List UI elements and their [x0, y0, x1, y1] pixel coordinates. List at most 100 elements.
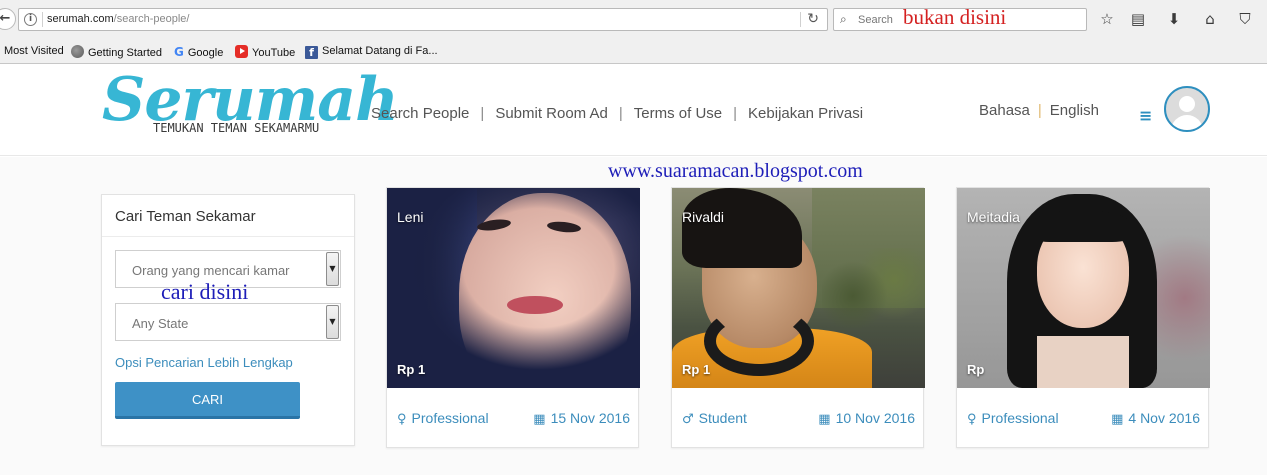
occupation: ♀ Professional	[967, 410, 1059, 427]
profile-budget: Rp 1	[682, 362, 711, 377]
bookmark-label: YouTube	[252, 47, 296, 59]
site-header: Serumah TEMUKAN TEMAN SEKAMARMU Search P…	[0, 65, 1267, 156]
photo-shape	[507, 296, 563, 314]
download-icon[interactable]: ⬇	[1164, 9, 1184, 29]
annotation-bukan-disini: bukan disini	[903, 5, 1007, 29]
select-value: Any State	[132, 316, 189, 331]
male-icon: ♂	[682, 412, 694, 427]
bookmark-youtube[interactable]: YouTube	[235, 45, 295, 59]
posted-date: ▦ 15 Nov 2016	[533, 410, 630, 427]
url-text[interactable]: serumah.com/search-people/	[47, 13, 189, 25]
chevron-down-icon[interactable]: ▼	[326, 252, 339, 286]
profile-budget: Rp	[967, 362, 985, 377]
reload-icon[interactable]: ↻	[807, 11, 819, 27]
posted-date: ▦ 10 Nov 2016	[818, 410, 915, 427]
url-separator	[42, 12, 43, 27]
nav-kebijakan-privasi[interactable]: Kebijakan Privasi	[748, 105, 863, 122]
main-content: www.suaramacan.blogspot.com Cari Teman S…	[0, 157, 1267, 475]
nav-separator: |	[618, 105, 623, 122]
language-separator: |	[1037, 102, 1042, 119]
url-divider	[800, 12, 801, 27]
url-domain: serumah.com	[47, 13, 114, 25]
date-label: 4 Nov 2016	[1128, 410, 1200, 426]
bookmark-most-visited[interactable]: Most Visited	[4, 45, 64, 57]
url-path: /search-people/	[113, 13, 190, 25]
profile-name: Meitadia	[967, 209, 1020, 225]
profile-photo[interactable]: Leni Rp 1	[387, 188, 640, 388]
site-info-icon[interactable]: i	[24, 13, 37, 26]
female-icon: ♀	[397, 412, 407, 427]
bookmark-facebook[interactable]: f Selamat Datang di Fa...	[305, 45, 438, 59]
female-icon: ♀	[967, 412, 977, 427]
bookmark-star-icon[interactable]: ☆	[1097, 9, 1117, 29]
profile-card[interactable]: Leni Rp 1 ♀ Professional ▦ 15 Nov 2016	[386, 187, 640, 448]
posted-date: ▦ 4 Nov 2016	[1111, 410, 1200, 427]
calendar-icon: ▦	[818, 412, 831, 427]
search-panel: Cari Teman Sekamar Orang yang mencari ka…	[101, 194, 355, 446]
advanced-search-link[interactable]: Opsi Pencarian Lebih Lengkap	[115, 355, 293, 370]
profile-card[interactable]: Meitadia Rp ♀ Professional ▦ 4 Nov 2016	[956, 187, 1210, 448]
profile-name: Rivaldi	[682, 209, 725, 225]
card-footer: ♀ Professional ▦ 4 Nov 2016	[957, 388, 1210, 448]
card-footer: ♂ Student ▦ 10 Nov 2016	[672, 388, 925, 448]
photo-shape	[682, 188, 802, 268]
photo-shape	[704, 306, 814, 376]
language-label: Bahasa	[979, 102, 1030, 119]
bookmark-getting-started[interactable]: Getting Started	[71, 45, 162, 59]
occupation: ♀ Professional	[397, 410, 489, 427]
nav-separator: |	[480, 105, 485, 122]
nav-separator: |	[733, 105, 738, 122]
profile-card[interactable]: Rivaldi Rp 1 ♂ Student ▦ 10 Nov 2016	[671, 187, 925, 448]
back-arrow-icon[interactable]: ←	[0, 8, 16, 30]
nav-terms-of-use[interactable]: Terms of Use	[634, 105, 722, 122]
chevron-down-icon[interactable]: ▼	[326, 305, 339, 339]
bookmark-google[interactable]: G Google	[174, 45, 223, 59]
bookmark-label: Getting Started	[88, 47, 162, 59]
globe-icon	[71, 45, 84, 58]
browser-toolbar: ← i serumah.com/search-people/ ↻ ⌕ Searc…	[0, 0, 1267, 40]
home-icon[interactable]: ⌂	[1200, 9, 1220, 29]
bookmarks-bar: Most Visited Getting Started G Google You…	[0, 40, 1267, 64]
watermark: www.suaramacan.blogspot.com	[608, 160, 863, 182]
date-label: 10 Nov 2016	[835, 410, 915, 426]
calendar-icon: ▦	[533, 412, 546, 427]
nav-submit-room-ad[interactable]: Submit Room Ad	[495, 105, 608, 122]
hamburger-menu-icon[interactable]: ≡	[1139, 106, 1152, 125]
profile-photo[interactable]: Rivaldi Rp 1	[672, 188, 925, 388]
date-label: 15 Nov 2016	[550, 410, 630, 426]
logo-tagline: TEMUKAN TEMAN SEKAMARMU	[153, 121, 320, 135]
nav-search-people[interactable]: Search People	[371, 105, 469, 122]
photo-shape	[822, 248, 925, 328]
facebook-icon: f	[305, 46, 318, 59]
user-avatar[interactable]	[1164, 86, 1210, 132]
occupation-label: Professional	[411, 410, 489, 426]
profile-budget: Rp 1	[397, 362, 426, 377]
reading-list-icon[interactable]: ▤	[1128, 9, 1148, 29]
search-button[interactable]: CARI	[115, 382, 300, 419]
url-bar[interactable]: i serumah.com/search-people/ ↻	[18, 8, 828, 31]
annotation-cari-disini: cari disini	[161, 279, 249, 304]
profile-name: Leni	[397, 209, 424, 225]
calendar-icon: ▦	[1111, 412, 1124, 427]
language-english[interactable]: English	[1050, 102, 1099, 119]
photo-shape	[387, 188, 640, 388]
select-value: Orang yang mencari kamar	[132, 263, 290, 278]
photo-shape	[1037, 336, 1129, 388]
occupation-label: Professional	[981, 410, 1059, 426]
panel-divider	[102, 236, 354, 237]
panel-title: Cari Teman Sekamar	[115, 208, 256, 225]
language-switcher: Bahasa | English	[979, 102, 1099, 119]
search-icon: ⌕	[840, 12, 847, 26]
occupation: ♂ Student	[682, 410, 747, 427]
state-select[interactable]: Any State ▼	[115, 303, 341, 341]
bookmark-label: Google	[187, 47, 224, 59]
pocket-icon[interactable]: ⛉	[1235, 9, 1255, 29]
card-footer: ♀ Professional ▦ 15 Nov 2016	[387, 388, 640, 448]
search-placeholder: Search	[858, 14, 893, 26]
bookmark-label: Selamat Datang di Fa...	[322, 45, 438, 57]
profile-photo[interactable]: Meitadia Rp	[957, 188, 1210, 388]
bookmark-label: Most Visited	[4, 45, 64, 57]
google-icon: G	[174, 45, 184, 59]
photo-shape	[1029, 210, 1133, 242]
main-nav: Search People | Submit Room Ad | Terms of Us…	[371, 105, 863, 122]
